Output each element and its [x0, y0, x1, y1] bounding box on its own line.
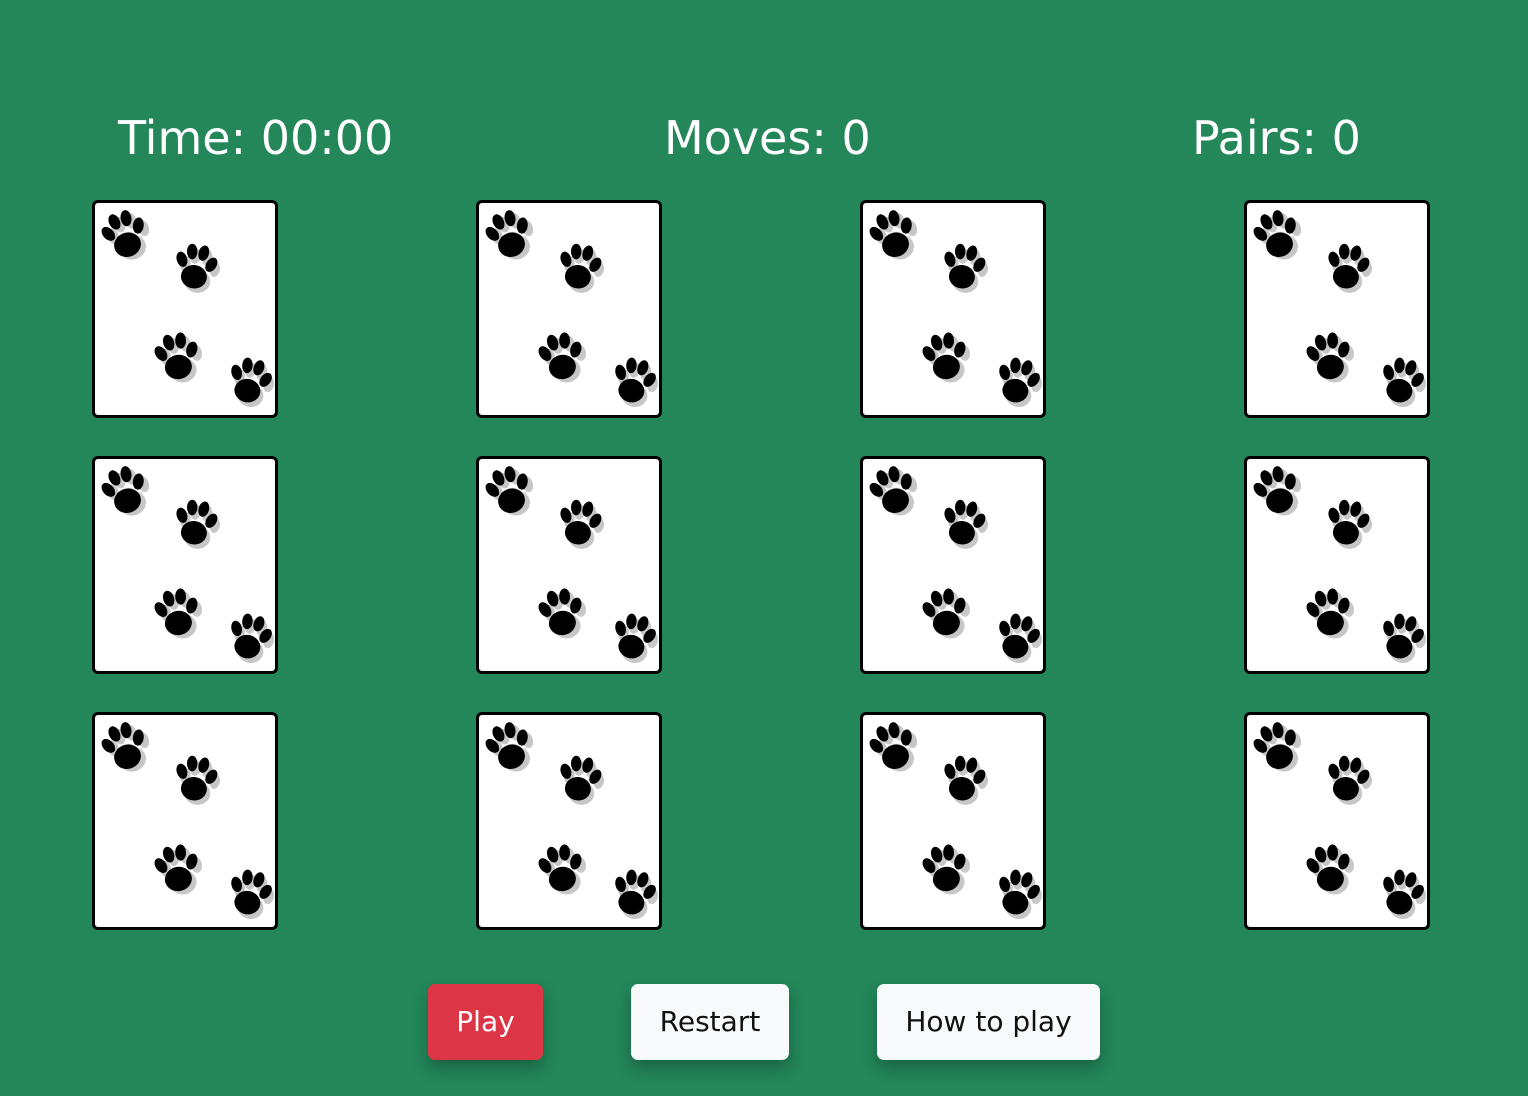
memory-card[interactable]: [1244, 200, 1430, 418]
paw-prints-icon: [1247, 459, 1427, 671]
paw-prints-icon: [479, 459, 659, 671]
memory-card[interactable]: [860, 712, 1046, 930]
memory-card[interactable]: [476, 456, 662, 674]
paw-prints-icon: [95, 203, 275, 415]
play-button[interactable]: Play: [428, 984, 543, 1060]
paw-prints-icon: [479, 203, 659, 415]
memory-card[interactable]: [1244, 712, 1430, 930]
memory-card[interactable]: [1244, 456, 1430, 674]
memory-card[interactable]: [92, 712, 278, 930]
paw-prints-icon: [1247, 203, 1427, 415]
restart-button[interactable]: Restart: [631, 984, 789, 1060]
paw-prints-icon: [1247, 715, 1427, 927]
memory-card[interactable]: [92, 456, 278, 674]
memory-card[interactable]: [860, 200, 1046, 418]
paw-prints-icon: [863, 715, 1043, 927]
memory-card[interactable]: [92, 200, 278, 418]
memory-card[interactable]: [860, 456, 1046, 674]
memory-card[interactable]: [476, 200, 662, 418]
memory-card[interactable]: [476, 712, 662, 930]
paw-prints-icon: [95, 715, 275, 927]
paw-prints-icon: [479, 715, 659, 927]
how-to-play-button[interactable]: How to play: [877, 984, 1100, 1060]
paw-prints-icon: [95, 459, 275, 671]
card-grid: [0, 0, 1528, 1096]
paw-prints-icon: [863, 459, 1043, 671]
paw-prints-icon: [863, 203, 1043, 415]
